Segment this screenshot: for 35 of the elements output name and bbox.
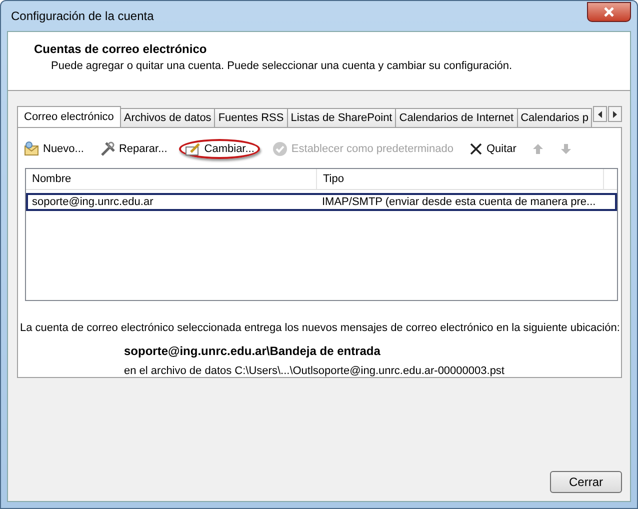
close-icon: [469, 142, 484, 156]
close-button[interactable]: [587, 2, 631, 22]
left-arrow-icon: [598, 110, 602, 118]
tab[interactable]: Calendarios de Internet: [395, 108, 518, 127]
tools-icon: [100, 141, 116, 157]
delivery-text: La cuenta de correo electrónico seleccionada entrega los nuevos mensajes de correo electrónico en la siguiente ubicación:: [20, 322, 620, 334]
card-edit-icon: [185, 141, 202, 157]
close-icon: [603, 7, 615, 17]
checkmark-circle-icon: [272, 141, 288, 157]
table-cell-text: IMAP/SMTP (enviar desde esta cuenta de manera pre...: [321, 196, 597, 208]
table-cell-text: soporte@ing.unrc.edu.ar: [31, 196, 154, 208]
toolbar-button[interactable]: Nuevo...: [20, 139, 88, 159]
up-arrow-icon: [532, 143, 544, 155]
delivery-folder: soporte@ing.unrc.edu.ar\Bandeja de entrada: [124, 344, 382, 358]
header-title: Cuentas de correo electrónico: [34, 42, 208, 56]
column-header[interactable]: Tipo: [317, 169, 604, 189]
envelope-icon: [24, 141, 40, 157]
toolbar-button[interactable]: Cambiar...: [179, 139, 260, 159]
window-title: Configuración de la cuenta: [10, 9, 154, 23]
column-header[interactable]: Nombre: [26, 169, 317, 189]
scroll-right-button[interactable]: [608, 106, 622, 122]
tab[interactable]: Calendarios p: [516, 108, 592, 127]
header-subtitle: Puede agregar o quitar una cuenta. Puede seleccionar una cuenta y cambiar su configuración.: [50, 60, 514, 72]
right-arrow-icon: [613, 110, 617, 118]
scroll-left-button[interactable]: [593, 106, 607, 122]
tab[interactable]: Correo electrónico: [17, 106, 121, 127]
toolbar-button[interactable]: Reparar...: [96, 139, 172, 159]
tab[interactable]: Archivos de datos: [120, 108, 216, 127]
close-dialog-button[interactable]: Cerrar: [550, 471, 622, 493]
data-file-path: en el archivo de datos C:\Users\...\Outlsoporte@ing.unrc.edu.ar-00000003.pst: [124, 365, 506, 377]
account-row[interactable]: soporte@ing.unrc.edu.ar IMAP/SMTP (enviar desde esta cuenta de manera pre...: [26, 193, 617, 211]
tab[interactable]: Fuentes RSS: [214, 108, 288, 127]
tab[interactable]: Listas de SharePoint: [286, 108, 396, 127]
toolbar-button[interactable]: Quitar: [465, 139, 520, 159]
down-arrow-icon: [560, 143, 572, 155]
